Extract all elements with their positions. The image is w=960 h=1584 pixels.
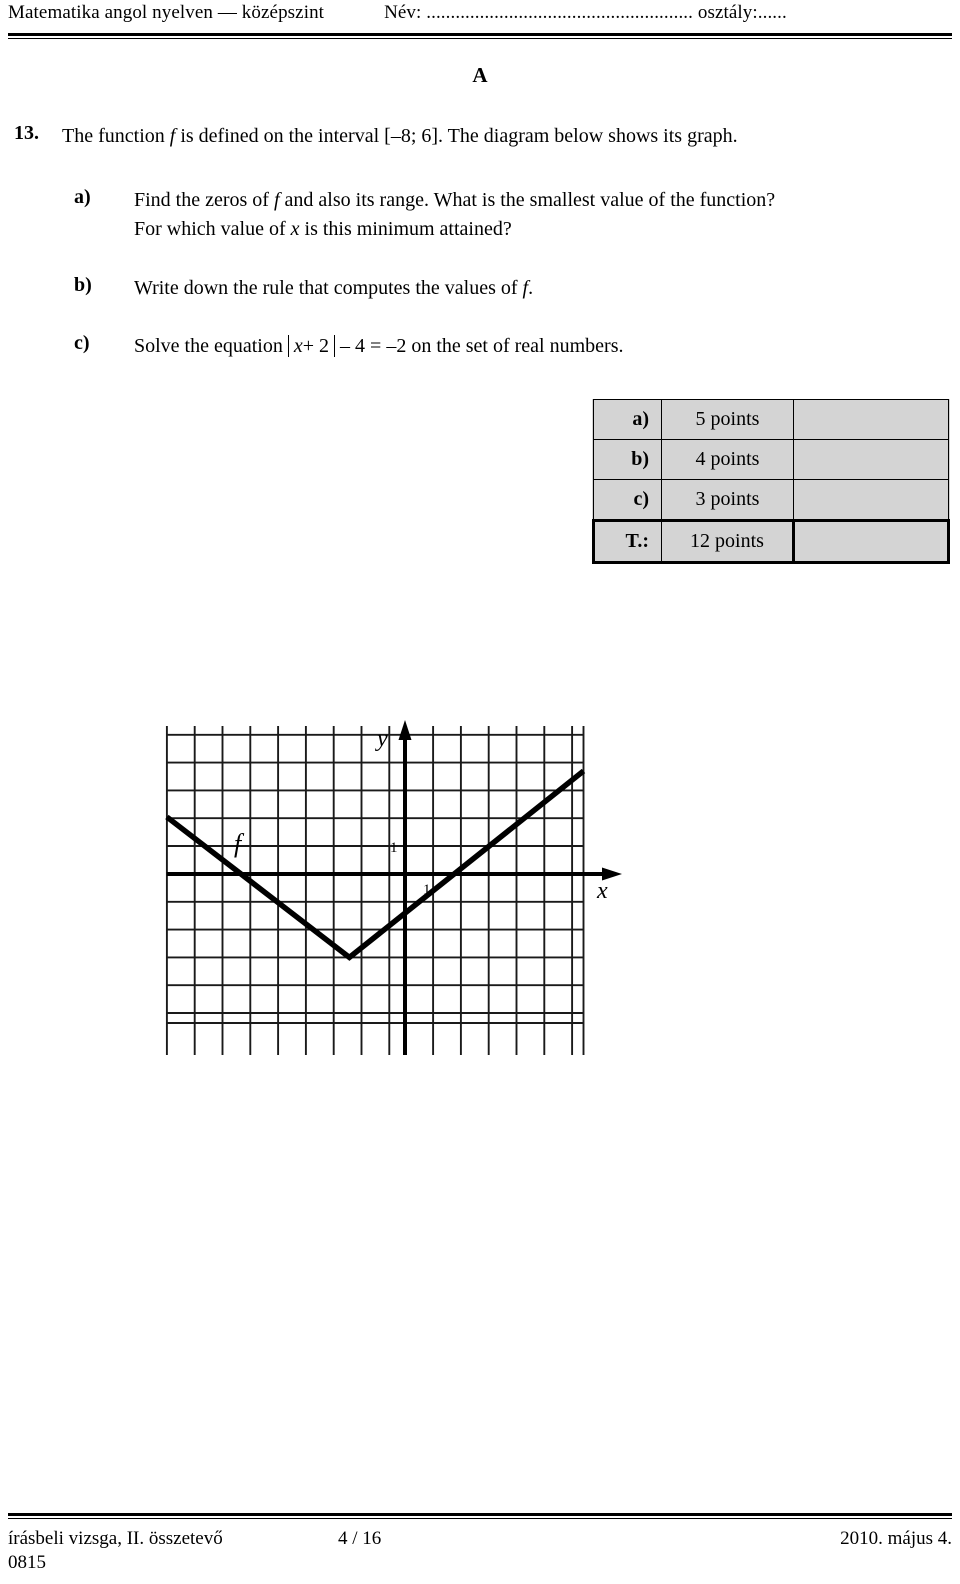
points-row-b-label: b) xyxy=(593,439,662,480)
grid-lines xyxy=(165,726,585,1055)
part-c-text2: on the set of real numbers. xyxy=(411,335,624,357)
graph-svg: y x f 1 1 xyxy=(165,720,622,1055)
footer-rule-thick xyxy=(8,1513,952,1516)
function-graph: y x f 1 1 xyxy=(0,690,660,1070)
part-b-text1: Write down the rule that computes the va… xyxy=(134,277,523,299)
part-a-body: Find the zeros of f and also its range. … xyxy=(134,186,894,244)
footer-exam-type: írásbeli vizsga, II. összetevő xyxy=(8,1528,223,1549)
part-c-body: Solve the equation x+ 2 – 4 = –2 on the se… xyxy=(134,332,894,361)
part-c-variable: x xyxy=(293,335,303,357)
part-a-line2-text1: For which value of xyxy=(134,218,291,240)
points-total-score-box[interactable] xyxy=(793,519,950,564)
y-unit-label: 1 xyxy=(390,840,398,856)
footer-rule-thin xyxy=(8,1518,952,1519)
stem-text-3: ]. The diagram below shows its graph. xyxy=(431,125,738,147)
stem-text-2: is defined on the interval [ xyxy=(175,125,391,147)
table-row: b) 4 points xyxy=(593,439,949,480)
points-row-b-score-box[interactable] xyxy=(793,439,949,480)
points-row-c-score-box[interactable] xyxy=(793,479,949,521)
part-b-body: Write down the rule that computes the va… xyxy=(134,274,894,303)
y-axis-arrow-icon xyxy=(398,720,412,740)
exam-page: Matematika angol nyelven — középszint Né… xyxy=(0,0,960,1584)
points-row-a-value: 5 points xyxy=(661,399,794,440)
part-c-text1: Solve the equation xyxy=(134,335,283,357)
points-row-b-value: 4 points xyxy=(661,439,794,480)
footer-date: 2010. május 4. xyxy=(840,1528,952,1549)
page-header: Matematika angol nyelven — középszint Né… xyxy=(8,2,952,24)
part-b-label: b) xyxy=(74,274,92,296)
points-total-value: 12 points xyxy=(661,519,795,564)
abs-bar-right-icon xyxy=(334,335,336,357)
stem-text-1: The function xyxy=(62,125,170,147)
points-table: a) 5 points b) 4 points c) 3 points T.: … xyxy=(592,399,950,564)
part-a-line1-text2: and also its range. What is the smallest… xyxy=(279,189,776,211)
section-marker: A xyxy=(472,63,488,87)
part-c-plus-two: + 2 xyxy=(302,335,330,357)
part-c-rhs: –2 xyxy=(386,335,407,357)
abs-bar-left-icon xyxy=(287,335,289,357)
page-footer: írásbeli vizsga, II. összetevő 4 / 16 20… xyxy=(8,1528,952,1550)
points-row-c-label: c) xyxy=(593,479,662,521)
header-rule-thick xyxy=(8,33,952,36)
table-row-total: T.: 12 points xyxy=(592,519,950,564)
stem-interval: –8; 6 xyxy=(390,125,432,147)
footer-page-number: 4 / 16 xyxy=(338,1528,382,1549)
y-axis-label: y xyxy=(375,726,388,752)
function-label: f xyxy=(234,829,245,858)
x-axis-label: x xyxy=(596,878,608,904)
problem-number: 13. xyxy=(14,122,39,144)
points-total-label: T.: xyxy=(592,519,662,564)
points-row-c-value: 3 points xyxy=(661,479,794,521)
header-divider xyxy=(8,33,952,39)
part-a-line1-text1: Find the zeros of xyxy=(134,189,274,211)
header-rule-thin xyxy=(8,38,952,39)
table-row: a) 5 points xyxy=(593,399,949,440)
header-subject: Matematika angol nyelven — középszint xyxy=(8,2,325,23)
footer-row: írásbeli vizsga, II. összetevő 4 / 16 20… xyxy=(8,1528,952,1550)
table-row: c) 3 points xyxy=(593,479,949,521)
part-a-line2-variable: x xyxy=(290,218,300,240)
part-b-text2: . xyxy=(528,277,534,299)
part-a-line2-text2: is this minimum attained? xyxy=(299,218,512,240)
header-name-field: Név: ...................................… xyxy=(384,2,787,23)
footer-exam-code: 0815 xyxy=(8,1552,46,1573)
problem-stem: The function f is defined on the interva… xyxy=(62,122,942,150)
part-c-minus-four: – 4 = xyxy=(340,335,382,357)
points-row-a-score-box[interactable] xyxy=(793,399,949,440)
footer-divider xyxy=(8,1513,952,1519)
part-c-label: c) xyxy=(74,332,90,354)
points-row-a-label: a) xyxy=(593,399,662,440)
part-a-label: a) xyxy=(74,186,91,208)
x-unit-label: 1 xyxy=(423,882,431,898)
